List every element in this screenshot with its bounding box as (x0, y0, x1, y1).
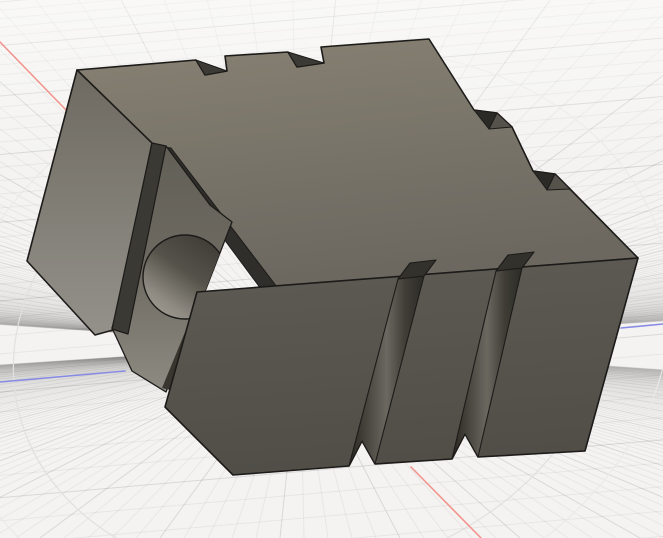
viewport-canvas[interactable] (0, 0, 663, 538)
cad-viewport[interactable] (0, 0, 663, 538)
